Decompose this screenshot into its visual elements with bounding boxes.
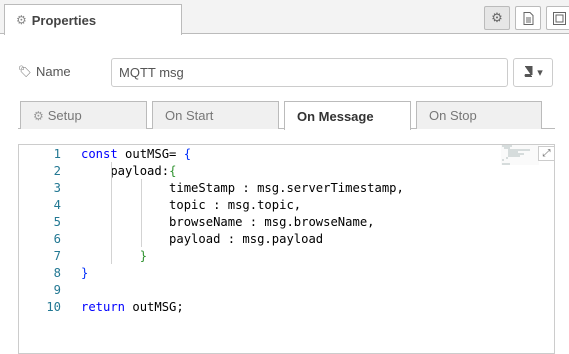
line-number: 7: [53, 249, 61, 263]
code-line: const outMSG= {: [81, 146, 191, 163]
code-line: browseName : msg.browseName,: [81, 214, 375, 231]
code-line: }: [81, 265, 88, 282]
chevron-down-icon: ▾: [537, 67, 543, 79]
name-label-text: Name: [35, 64, 71, 79]
code-line: topic : msg.topic,: [81, 197, 301, 214]
appearance-frame-icon: [552, 11, 566, 25]
gear-icon: ⚙: [16, 13, 27, 27]
appearance-button[interactable]: [546, 6, 569, 30]
book-icon: [523, 65, 533, 80]
gear-icon: ⚙: [33, 108, 44, 123]
tab-on-start[interactable]: On Start: [152, 101, 279, 129]
function-tabs: ⚙ Setup On Start On Message On Stop: [18, 100, 555, 130]
icon-select-button[interactable]: ▾: [513, 58, 553, 87]
code-token: {: [169, 164, 177, 178]
code-editor[interactable]: 1 2 3 4 5 6 7 8 9 10 const outMSG= { payload:{ ti…: [18, 144, 555, 354]
line-number: 3: [53, 181, 61, 195]
code-token: }: [139, 249, 148, 263]
name-label: 🏷︎ Name: [18, 64, 71, 79]
code-token: timeStamp : msg.serverTimestamp,: [81, 181, 404, 195]
code-token: topic : msg.topic,: [81, 198, 302, 212]
tab-on-start-label: On Start: [165, 108, 214, 123]
code-token: outMSG;: [125, 300, 184, 314]
settings-button[interactable]: ⚙: [484, 6, 510, 30]
properties-tab-label: Properties: [31, 12, 97, 28]
tag-icon: 🏷︎: [18, 66, 32, 78]
settings-gear-icon: ⚙: [491, 10, 503, 25]
code-token: return: [81, 300, 126, 314]
code-token: {: [183, 147, 192, 161]
description-document-icon: [523, 11, 534, 25]
line-number: 5: [53, 215, 61, 229]
code-line: }: [81, 248, 147, 265]
line-number: 1: [53, 147, 61, 161]
indent-guide: [141, 179, 142, 247]
code-token: outMSG=: [117, 147, 184, 161]
line-number: 6: [53, 232, 61, 246]
line-number: 10: [46, 300, 61, 314]
tab-setup[interactable]: ⚙ Setup: [20, 101, 147, 129]
code-token: payload:: [81, 164, 170, 178]
tray-header: ⚙ Properties ⚙: [0, 0, 569, 35]
name-input[interactable]: [111, 58, 508, 87]
code-line: payload:{: [81, 163, 176, 180]
code-line: timeStamp : msg.serverTimestamp,: [81, 180, 404, 197]
line-number-gutter: 1 2 3 4 5 6 7 8 9 10: [19, 145, 69, 353]
code-token: payload : msg.payload: [81, 232, 324, 246]
tab-on-stop[interactable]: On Stop: [416, 101, 542, 129]
code-line: payload : msg.payload: [81, 231, 323, 248]
code-token: browseName : msg.browseName,: [81, 215, 375, 229]
indent-guide: [111, 162, 112, 264]
line-number: 9: [53, 283, 61, 297]
properties-tab[interactable]: ⚙ Properties: [4, 4, 182, 35]
tab-setup-label: Setup: [47, 108, 82, 123]
code-token: const: [81, 147, 118, 161]
code-line: return outMSG;: [81, 299, 184, 316]
minimap[interactable]: [501, 145, 539, 165]
tab-on-message[interactable]: On Message: [284, 101, 411, 130]
description-button[interactable]: [515, 6, 541, 30]
expand-editor-icon[interactable]: ⤢: [538, 146, 554, 161]
line-number: 2: [53, 164, 61, 178]
line-number: 8: [53, 266, 61, 280]
code-token: }: [81, 266, 89, 280]
line-number: 4: [53, 198, 61, 212]
tab-on-stop-label: On Stop: [429, 108, 477, 123]
tab-on-message-label: On Message: [297, 108, 374, 124]
